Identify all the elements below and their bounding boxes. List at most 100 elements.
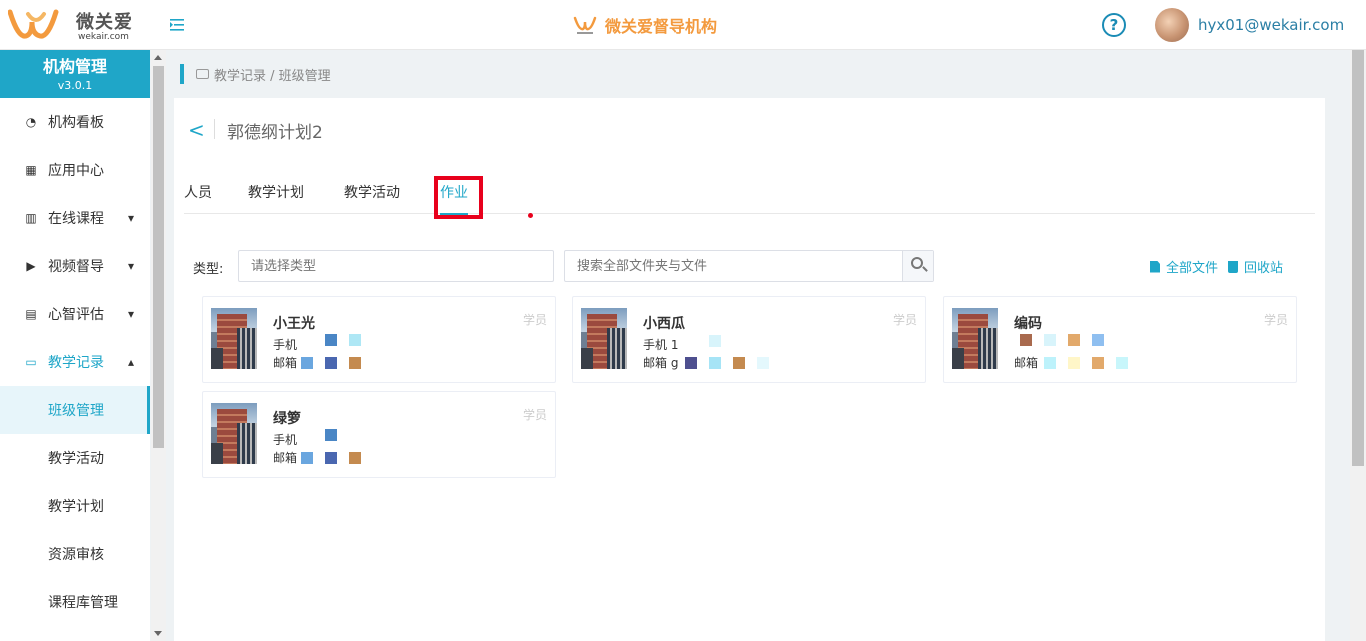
student-photo <box>211 403 257 464</box>
sidebar-title: 机构管理 <box>42 57 107 76</box>
brand-logo-icon <box>573 16 597 34</box>
student-role: 学员 <box>1263 313 1288 327</box>
search-input[interactable] <box>565 251 903 281</box>
type-select[interactable] <box>238 250 554 282</box>
sidebar-item-class-management[interactable]: 班级管理 <box>0 386 150 434</box>
trash-icon <box>1228 260 1239 273</box>
logo-subtext: wekair.com <box>78 32 129 42</box>
redaction-block <box>325 334 337 346</box>
user-email[interactable]: hyx01@wekair.com <box>1198 16 1344 34</box>
avatar[interactable] <box>1155 8 1189 42</box>
redaction-block <box>709 335 721 347</box>
sidebar-item-label: 机构看板 <box>48 115 104 131</box>
logo[interactable]: 微关爱 wekair.com <box>8 6 138 44</box>
redaction-block <box>757 357 769 369</box>
sidebar-item-label: 课程库管理 <box>48 595 118 611</box>
breadcrumb-text: 教学记录 / 班级管理 <box>214 68 331 84</box>
redaction-block <box>733 357 745 369</box>
search-button[interactable] <box>902 251 933 281</box>
chevron-down-icon: ▾ <box>127 307 134 321</box>
play-icon: ▶ <box>26 259 36 273</box>
sidebar-item-teaching-plan[interactable]: 教学计划 <box>0 482 150 530</box>
sidebar-item-course-library[interactable]: 课程库管理 <box>0 578 150 626</box>
redaction-block <box>349 452 361 464</box>
redaction-block <box>325 452 337 464</box>
sidebar-item-app-center[interactable]: ▦ 应用中心 <box>0 146 150 194</box>
sidebar-item-teaching-record[interactable]: ▭ 教学记录 ▴ <box>0 338 150 386</box>
sidebar-header: 机构管理 v3.0.1 <box>0 50 150 98</box>
sidebar-item-label: 教学活动 <box>48 451 104 467</box>
scroll-down-arrow-icon[interactable] <box>154 631 162 636</box>
sidebar-item-video-supervision[interactable]: ▶ 视频督导 ▾ <box>0 242 150 290</box>
tab-teaching-activity[interactable]: 教学活动 <box>344 182 400 214</box>
recycle-bin-link[interactable]: 回收站 <box>1244 257 1283 276</box>
sidebar-item-online-course[interactable]: ▥ 在线课程 ▾ <box>0 194 150 242</box>
sidebar-item-label: 教学记录 <box>48 355 104 371</box>
student-phone: 手机 1 <box>643 338 679 352</box>
page-scrollbar[interactable] <box>1350 50 1366 641</box>
sidebar-item-teaching-activity[interactable]: 教学活动 <box>0 434 150 482</box>
sidebar-scroll-thumb[interactable] <box>153 66 164 448</box>
tab-bar: 人员 教学计划 教学活动 作业 <box>184 182 1315 215</box>
brand-title: 微关爱督导机构 <box>572 12 717 38</box>
tab-teaching-plan[interactable]: 教学计划 <box>248 182 304 214</box>
sidebar-item-label: 心智评估 <box>48 307 104 323</box>
student-name: 小西瓜 <box>643 316 685 332</box>
sidebar-item-label: 教学计划 <box>48 499 104 515</box>
student-email: 邮箱 <box>273 356 298 370</box>
student-card[interactable]: 小王光 学员 手机 邮箱 <box>202 296 556 383</box>
chevron-down-icon: ▾ <box>127 259 134 273</box>
breadcrumb: 教学记录 / 班级管理 <box>180 64 331 84</box>
redaction-block <box>349 357 361 369</box>
redaction-block <box>709 357 721 369</box>
chevron-up-icon: ▴ <box>127 355 134 369</box>
menu-toggle-icon[interactable] <box>168 16 186 34</box>
scroll-up-arrow-icon[interactable] <box>154 55 162 60</box>
redaction-block <box>1068 357 1080 369</box>
sidebar-item-label: 在线课程 <box>48 211 104 227</box>
sidebar-item-label: 视频督导 <box>48 259 104 275</box>
redaction-block <box>1020 334 1032 346</box>
student-name: 编码 <box>1014 316 1042 332</box>
student-name: 小王光 <box>273 316 315 332</box>
student-name: 绿箩 <box>273 411 301 427</box>
student-role: 学员 <box>892 313 917 327</box>
redaction-block <box>1044 357 1056 369</box>
student-card[interactable]: 绿箩 学员 手机 邮箱 <box>202 391 556 478</box>
redaction-block <box>685 357 697 369</box>
student-photo <box>581 308 627 369</box>
report-icon: ▤ <box>25 307 37 321</box>
student-email: 邮箱 <box>273 451 298 465</box>
student-card[interactable]: 编码 学员 邮箱 <box>943 296 1297 383</box>
help-icon[interactable]: ? <box>1102 13 1126 37</box>
file-actions: 全部文件 回收站 <box>1150 257 1283 276</box>
tab-label: 人员 <box>184 185 212 201</box>
back-arrow-icon[interactable]: < <box>188 118 205 142</box>
content-panel: < 郭德纲计划2 人员 教学计划 教学活动 作业 类型: 全部文件 回收站 小王… <box>174 98 1325 641</box>
video-icon: ▭ <box>25 355 37 369</box>
redaction-block <box>301 357 313 369</box>
dashboard-icon: ◔ <box>25 115 37 129</box>
sidebar-scrollbar[interactable] <box>151 50 166 641</box>
sidebar-item-label: 班级管理 <box>48 403 104 419</box>
sidebar-item-dashboard[interactable]: ◔ 机构看板 <box>0 98 150 146</box>
redaction-block <box>1116 357 1128 369</box>
tab-label: 教学活动 <box>344 185 400 201</box>
tab-people[interactable]: 人员 <box>184 182 212 214</box>
top-header: 微关爱 wekair.com 微关爱督导机构 ? hyx01@wekair.co… <box>0 0 1366 50</box>
sidebar-item-label: 资源审核 <box>48 547 104 563</box>
student-role: 学员 <box>522 313 547 327</box>
title-divider <box>214 119 215 139</box>
sidebar-item-resource-review[interactable]: 资源审核 <box>0 530 150 578</box>
search-icon-handle <box>922 266 928 272</box>
file-icon <box>1150 260 1160 273</box>
student-card[interactable]: 小西瓜 学员 手机 1 邮箱 g <box>572 296 926 383</box>
redaction-block <box>325 429 337 441</box>
student-photo <box>211 308 257 369</box>
page-scroll-thumb[interactable] <box>1352 50 1364 466</box>
chevron-down-icon: ▾ <box>127 211 134 225</box>
all-files-link[interactable]: 全部文件 <box>1166 257 1218 276</box>
redaction-block <box>301 452 313 464</box>
sidebar-item-assessment[interactable]: ▤ 心智评估 ▾ <box>0 290 150 338</box>
sidebar-version: v3.0.1 <box>57 79 93 92</box>
